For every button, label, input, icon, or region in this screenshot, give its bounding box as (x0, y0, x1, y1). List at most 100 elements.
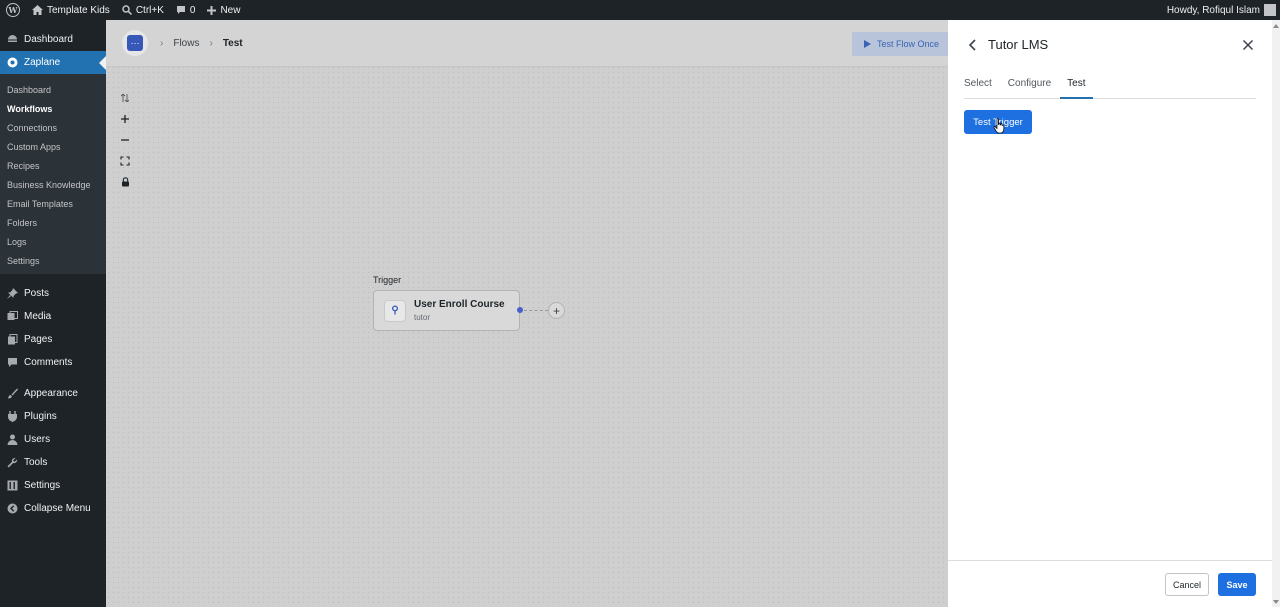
new-label: New (220, 4, 241, 16)
admin-bar: W Template Kids Ctrl+K 0 New Howdy, Rofi… (0, 0, 1280, 20)
menu-separator (0, 274, 106, 282)
breadcrumb-flows[interactable]: Flows (173, 38, 199, 49)
swap-layout-icon[interactable] (118, 92, 132, 103)
menu-label: Posts (24, 288, 50, 299)
submenu-recipes[interactable]: Recipes (0, 156, 106, 175)
close-button[interactable] (1240, 37, 1256, 53)
menu-label: Plugins (24, 411, 57, 422)
zoom-out-icon[interactable] (118, 134, 132, 145)
menu-users[interactable]: Users (0, 428, 106, 451)
submenu-folders[interactable]: Folders (0, 213, 106, 232)
submenu-custom-apps[interactable]: Custom Apps (0, 137, 106, 156)
menu-label: Media (24, 311, 52, 322)
submenu-connections[interactable]: Connections (0, 118, 106, 137)
connector-handle[interactable] (517, 307, 523, 313)
site-name-menu[interactable]: Template Kids (26, 0, 116, 20)
submenu-business-knowledge[interactable]: Business Knowledge (0, 175, 106, 194)
tutor-lms-icon: ⚲ (384, 299, 406, 322)
trigger-node[interactable]: ⚲ User Enroll Course tutor (373, 290, 520, 331)
menu-posts[interactable]: Posts (0, 282, 106, 305)
submenu-workflows[interactable]: Workflows (0, 99, 106, 118)
workflow-canvas[interactable]: ··· › Flows › Test Test Flow Once Trigge… (106, 20, 948, 607)
back-button[interactable] (966, 37, 980, 53)
tab-select[interactable]: Select (964, 76, 992, 99)
home-icon (32, 5, 43, 15)
menu-comments[interactable]: Comments (0, 351, 106, 374)
save-button[interactable]: Save (1218, 573, 1256, 596)
scroll-up-arrow-icon[interactable] (1273, 24, 1279, 28)
media-icon (6, 311, 18, 323)
menu-separator (0, 374, 106, 382)
test-flow-once-button[interactable]: Test Flow Once (852, 32, 948, 56)
greeting: Howdy, Rofiqul Islam (1166, 4, 1260, 16)
chevron-right-icon: › (209, 37, 213, 49)
trigger-node-title: User Enroll Course (414, 299, 505, 310)
wp-logo-menu[interactable]: W (0, 0, 26, 20)
scroll-down-arrow-icon[interactable] (1273, 600, 1279, 604)
menu-label: Collapse Menu (24, 503, 91, 514)
canvas-header: ··· › Flows › Test Test Flow Once (106, 20, 948, 67)
menu-pages[interactable]: Pages (0, 328, 106, 351)
settings-icon (6, 480, 18, 492)
play-icon (864, 40, 871, 48)
submenu-email-templates[interactable]: Email Templates (0, 194, 106, 213)
command-search[interactable]: Ctrl+K (116, 0, 170, 20)
trigger-config-panel: Tutor LMS Select Configure Test Test Tri… (948, 20, 1272, 607)
panel-tabs: Select Configure Test (964, 76, 1256, 99)
submenu-settings[interactable]: Settings (0, 251, 106, 270)
trigger-node-subtitle: tutor (414, 313, 431, 322)
account-menu[interactable]: Howdy, Rofiqul Islam (1167, 4, 1280, 16)
dashboard-icon (6, 34, 18, 46)
flow-logo[interactable]: ··· (122, 30, 148, 56)
pages-icon (6, 334, 18, 346)
users-icon (6, 434, 18, 446)
menu-tools[interactable]: Tools (0, 451, 106, 474)
menu-dashboard[interactable]: Dashboard (0, 28, 106, 51)
comments-menu[interactable]: 0 (170, 0, 202, 20)
panel-footer: Cancel Save (948, 560, 1272, 607)
menu-label: Appearance (24, 388, 78, 399)
breadcrumb-current: Test (222, 37, 243, 49)
page-scrollbar[interactable] (1272, 20, 1280, 607)
connector-edge (524, 310, 548, 311)
menu-label: Tools (24, 457, 48, 468)
breadcrumb: › Flows › Test (160, 38, 243, 49)
menu-zaplane[interactable]: Zaplane (0, 51, 106, 74)
pin-icon (6, 288, 18, 300)
plus-icon (207, 5, 217, 15)
menu-label: Dashboard (24, 34, 73, 45)
lock-icon[interactable] (118, 176, 132, 187)
menu-plugins[interactable]: Plugins (0, 405, 106, 428)
cancel-button[interactable]: Cancel (1165, 573, 1209, 596)
menu-media[interactable]: Media (0, 305, 106, 328)
new-content-menu[interactable]: New (201, 0, 246, 20)
menu-settings[interactable]: Settings (0, 474, 106, 497)
comments-icon (6, 357, 18, 369)
comment-icon (176, 6, 185, 14)
submenu-dashboard[interactable]: Dashboard (0, 80, 106, 99)
flow-logo-icon: ··· (127, 35, 143, 51)
tab-test[interactable]: Test (1060, 76, 1093, 99)
menu-label: Users (24, 434, 51, 445)
menu-collapse[interactable]: Collapse Menu (0, 497, 106, 520)
add-step-button[interactable]: + (548, 302, 565, 319)
submenu-logs[interactable]: Logs (0, 232, 106, 251)
search-shortcut: Ctrl+K (135, 4, 164, 16)
zoom-in-icon[interactable] (118, 113, 132, 124)
comments-count: 0 (189, 4, 196, 16)
collapse-icon (6, 503, 18, 515)
zaplane-submenu: Dashboard Workflows Connections Custom A… (0, 74, 106, 274)
fit-view-icon[interactable] (118, 155, 132, 166)
trigger-section-label: Trigger (373, 275, 402, 285)
menu-label: Zaplane (24, 57, 61, 68)
avatar (1264, 4, 1276, 16)
plugins-icon (6, 411, 18, 423)
menu-label: Comments (24, 357, 73, 368)
paintbrush-icon (6, 388, 18, 400)
menu-appearance[interactable]: Appearance (0, 382, 106, 405)
wrench-icon (6, 457, 18, 469)
search-icon (122, 5, 132, 15)
test-flow-once-label: Test Flow Once (877, 39, 940, 49)
tab-configure[interactable]: Configure (1008, 76, 1051, 99)
menu-label: Settings (24, 480, 61, 491)
